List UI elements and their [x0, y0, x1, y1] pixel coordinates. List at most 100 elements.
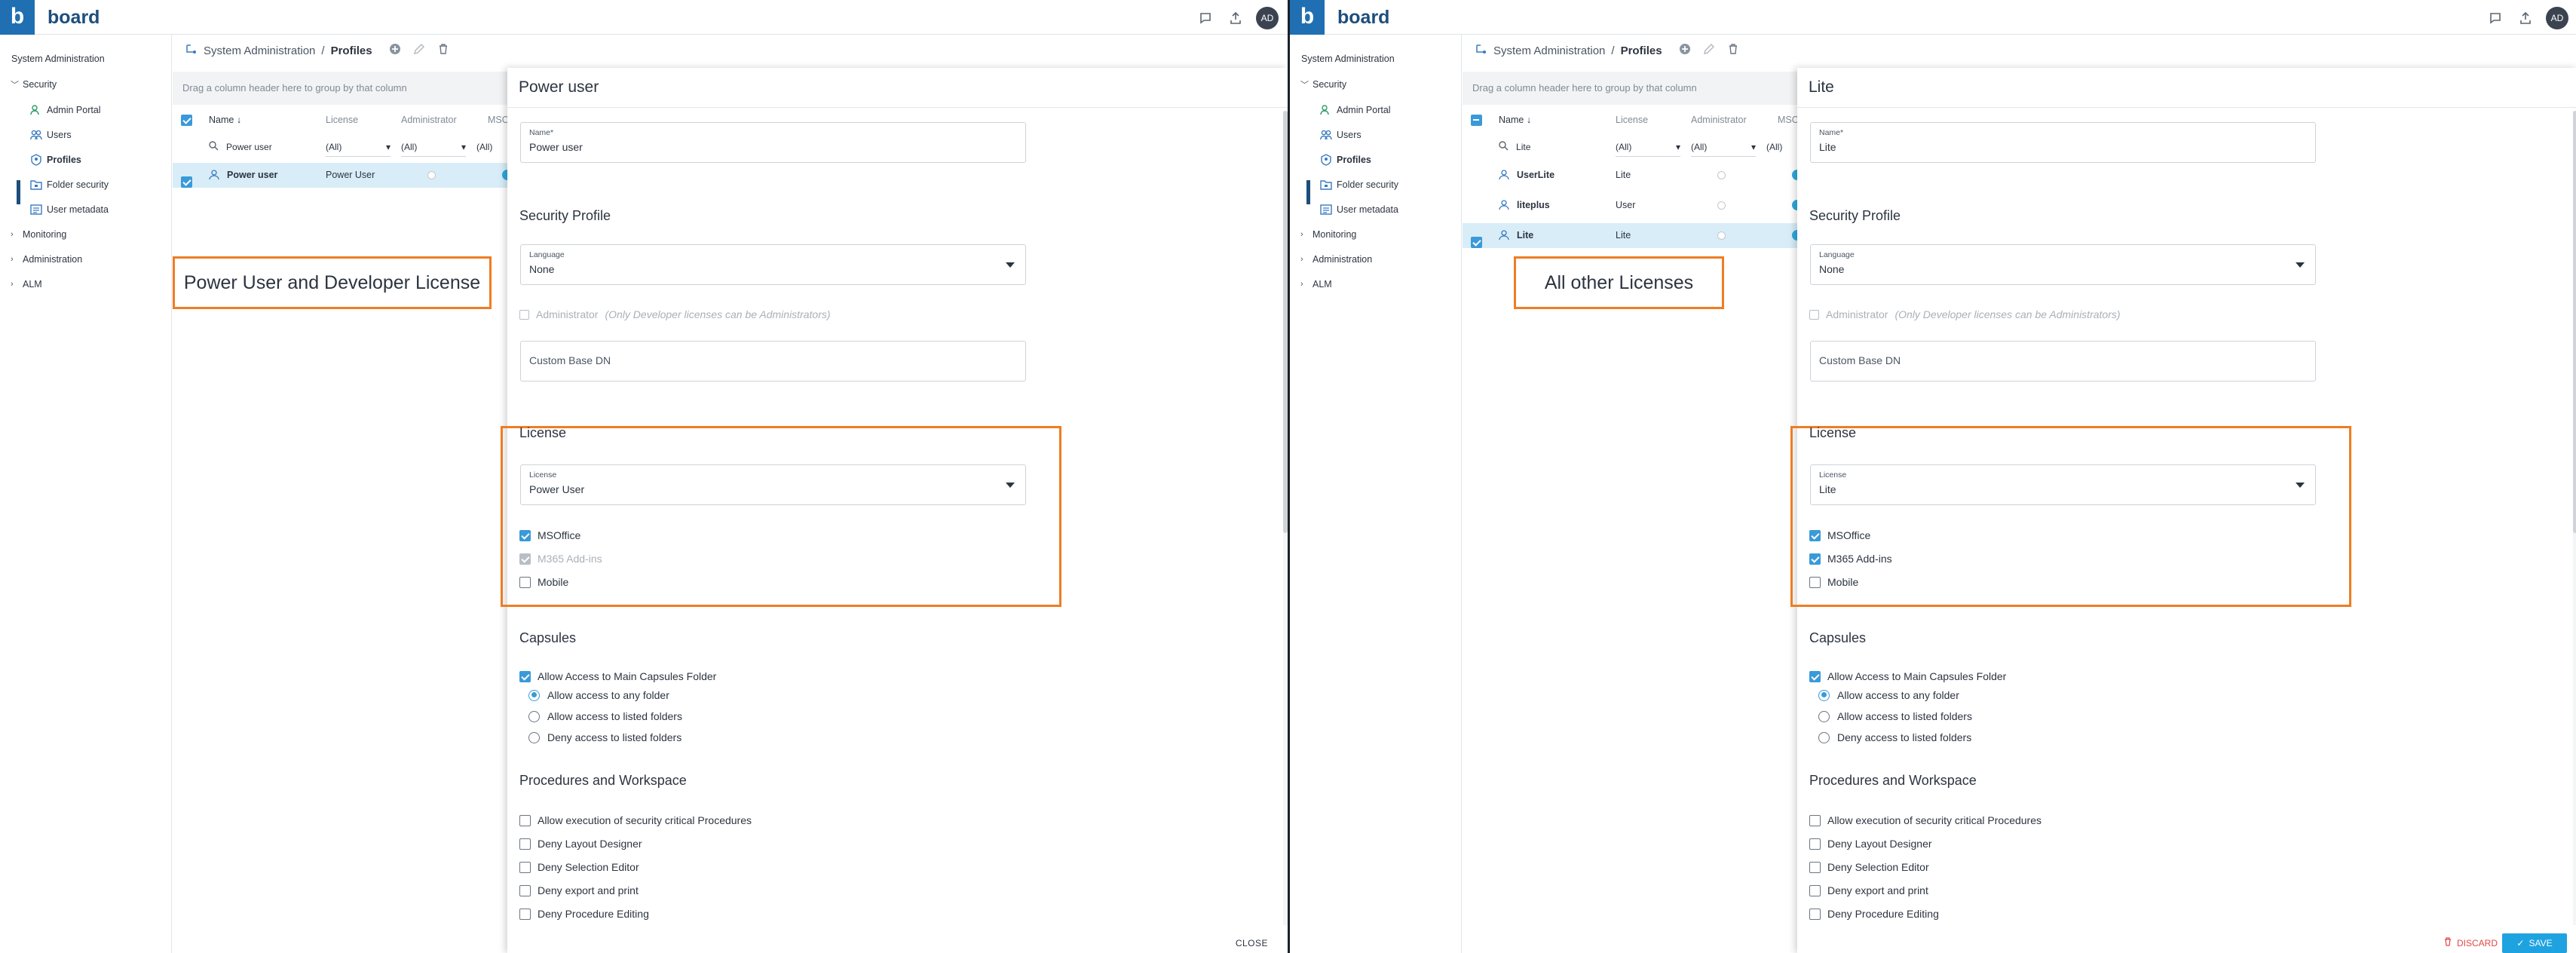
sidebar-item-profiles[interactable]: Profiles — [30, 149, 81, 170]
table-row[interactable]: Lite Lite — [1463, 223, 1803, 248]
language-select[interactable]: Language None — [1810, 244, 2316, 285]
sidebar-group-monitoring[interactable]: › Monitoring — [11, 224, 66, 245]
avatar[interactable]: AD — [1256, 7, 1279, 29]
column-header-mso[interactable]: MSO — [488, 109, 509, 130]
proc-checkbox-procedure-editing[interactable]: Deny Procedure Editing — [519, 906, 649, 922]
column-header-license[interactable]: License — [1616, 109, 1648, 130]
group-panel[interactable]: Drag a column header here to group by th… — [1463, 72, 1797, 105]
name-filter[interactable]: Power user — [209, 137, 272, 157]
proc-checkbox-procedure-editing[interactable]: Deny Procedure Editing — [1809, 906, 1939, 922]
license-filter[interactable]: (All) ▾ — [1616, 137, 1680, 157]
column-header-license[interactable]: License — [326, 109, 358, 130]
sidebar-item-user-metadata[interactable]: User metadata — [30, 199, 109, 220]
license-select[interactable]: License Lite — [1810, 464, 2316, 505]
proc-checkbox-selection-editor[interactable]: Deny Selection Editor — [1809, 859, 1929, 875]
administrator-indicator — [1717, 201, 1726, 210]
administrator-filter[interactable]: (All) ▾ — [401, 137, 466, 157]
add-icon[interactable] — [1679, 43, 1691, 58]
proc-checkbox-layout-designer[interactable]: Deny Layout Designer — [519, 835, 642, 852]
breadcrumb-root[interactable]: System Administration — [1493, 44, 1605, 57]
mso-filter[interactable]: (All) — [1766, 137, 1782, 157]
column-header-name[interactable]: Name ↓ — [209, 109, 241, 130]
sidebar-group-alm[interactable]: › ALM — [11, 274, 42, 295]
m365-addins-checkbox[interactable]: M365 Add-ins — [1809, 550, 1892, 567]
name-filter[interactable]: Lite — [1499, 137, 1530, 157]
proc-checkbox-critical[interactable]: Allow execution of security critical Pro… — [519, 812, 752, 829]
column-header-administrator[interactable]: Administrator — [1691, 109, 1747, 130]
delete-icon[interactable] — [437, 43, 449, 58]
sidebar-item-folder-security[interactable]: Folder security — [1320, 174, 1398, 195]
language-value: None — [1819, 263, 1845, 275]
mso-filter[interactable]: (All) — [476, 137, 492, 157]
close-button[interactable]: CLOSE — [1236, 938, 1268, 948]
column-header-administrator[interactable]: Administrator — [401, 109, 457, 130]
radio-deny-listed-folders[interactable]: Deny access to listed folders — [1818, 729, 1971, 746]
administrator-checkbox[interactable]: Administrator (Only Developer licenses ca… — [1809, 306, 2121, 323]
license-filter[interactable]: (All) ▾ — [326, 137, 391, 157]
proc-checkbox-layout-designer[interactable]: Deny Layout Designer — [1809, 835, 1932, 852]
board-logo-icon[interactable]: b — [1290, 0, 1325, 35]
mobile-checkbox[interactable]: Mobile — [519, 574, 568, 590]
allow-main-capsules-checkbox[interactable]: Allow Access to Main Capsules Folder — [1809, 668, 2006, 685]
edit-icon[interactable] — [413, 43, 425, 58]
board-logo-icon[interactable]: b — [0, 0, 35, 35]
sidebar-item-admin-portal[interactable]: Admin Portal — [1320, 100, 1391, 121]
sidebar-group-administration[interactable]: › Administration — [11, 249, 82, 270]
column-header-name[interactable]: Name ↓ — [1499, 109, 1531, 130]
proc-checkbox-export-print[interactable]: Deny export and print — [1809, 882, 1928, 899]
administrator-filter[interactable]: (All) ▾ — [1691, 137, 1756, 157]
name-field[interactable]: Name* Lite — [1810, 122, 2316, 163]
proc-checkbox-export-print[interactable]: Deny export and print — [519, 882, 639, 899]
sidebar-item-user-metadata[interactable]: User metadata — [1320, 199, 1398, 220]
sidebar-group-monitoring[interactable]: › Monitoring — [1300, 224, 1356, 245]
proc-checkbox-critical[interactable]: Allow execution of security critical Pro… — [1809, 812, 2042, 829]
select-all-checkbox[interactable] — [181, 109, 192, 130]
scrollbar-thumb[interactable] — [2573, 111, 2576, 533]
sidebar-group-alm[interactable]: › ALM — [1300, 274, 1332, 295]
m365-addins-checkbox[interactable]: M365 Add-ins — [519, 550, 602, 567]
delete-icon[interactable] — [1727, 43, 1739, 58]
license-select[interactable]: License Power User — [520, 464, 1026, 505]
breadcrumb-root[interactable]: System Administration — [204, 44, 315, 57]
sidebar-item-admin-portal[interactable]: Admin Portal — [30, 100, 101, 121]
upload-icon[interactable] — [1226, 8, 1245, 28]
radio-allow-any-folder[interactable]: Allow access to any folder — [1818, 687, 1959, 703]
name-field[interactable]: Name* Power user — [520, 122, 1026, 163]
table-row[interactable]: UserLite Lite — [1463, 163, 1803, 188]
chat-icon[interactable] — [2486, 8, 2505, 28]
chat-icon[interactable] — [1196, 8, 1215, 28]
column-header-mso[interactable]: MSO — [1778, 109, 1799, 130]
table-row[interactable]: liteplus User — [1463, 193, 1803, 218]
language-select[interactable]: Language None — [520, 244, 1026, 285]
chevron-right-icon: › — [1300, 280, 1303, 289]
save-button[interactable]: ✓ SAVE — [2502, 933, 2567, 953]
select-all-checkbox[interactable] — [1471, 109, 1482, 130]
edit-icon[interactable] — [1703, 43, 1715, 58]
msoffice-checkbox[interactable]: MSOffice — [1809, 527, 1870, 544]
radio-deny-listed-folders[interactable]: Deny access to listed folders — [528, 729, 682, 746]
sidebar-item-folder-security[interactable]: Folder security — [30, 174, 109, 195]
radio-allow-any-folder[interactable]: Allow access to any folder — [528, 687, 669, 703]
custom-base-dn-field[interactable]: Custom Base DN — [520, 341, 1026, 382]
radio-allow-listed-folders[interactable]: Allow access to listed folders — [528, 708, 682, 725]
add-icon[interactable] — [389, 43, 401, 58]
sidebar-group-security[interactable]: ﹀ Security — [1300, 74, 1346, 95]
custom-base-dn-field[interactable]: Custom Base DN — [1810, 341, 2316, 382]
proc-checkbox-selection-editor[interactable]: Deny Selection Editor — [519, 859, 639, 875]
mobile-checkbox[interactable]: Mobile — [1809, 574, 1858, 590]
checkbox-label: Deny Procedure Editing — [538, 908, 649, 920]
sidebar-item-users[interactable]: Users — [30, 124, 72, 146]
group-panel[interactable]: Drag a column header here to group by th… — [173, 72, 507, 105]
msoffice-checkbox[interactable]: MSOffice — [519, 527, 580, 544]
sidebar-group-security[interactable]: ﹀ Security — [11, 74, 57, 95]
sidebar-item-profiles[interactable]: Profiles — [1320, 149, 1371, 170]
radio-allow-listed-folders[interactable]: Allow access to listed folders — [1818, 708, 1972, 725]
allow-main-capsules-checkbox[interactable]: Allow Access to Main Capsules Folder — [519, 668, 716, 685]
administrator-checkbox[interactable]: Administrator (Only Developer licenses ca… — [519, 306, 831, 323]
sidebar-group-administration[interactable]: › Administration — [1300, 249, 1372, 270]
table-row[interactable]: Power user Power User — [173, 163, 513, 188]
sidebar-item-users[interactable]: Users — [1320, 124, 1362, 146]
discard-button[interactable]: DISCARD — [2443, 937, 2498, 948]
upload-icon[interactable] — [2516, 8, 2535, 28]
avatar[interactable]: AD — [2546, 7, 2568, 29]
